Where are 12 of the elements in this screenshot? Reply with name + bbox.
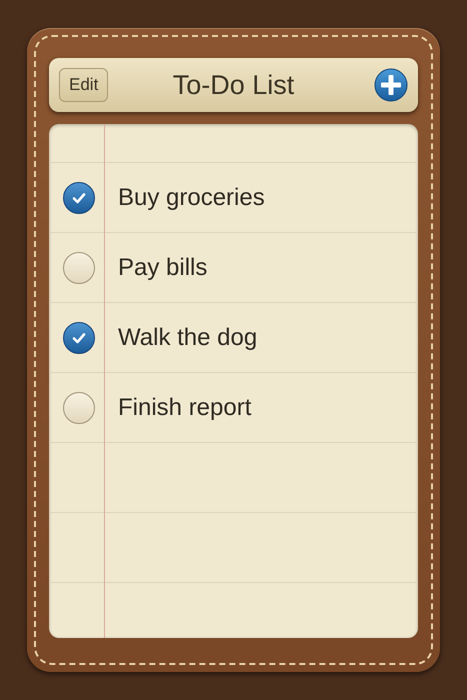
task-checkbox[interactable]: [63, 182, 95, 214]
task-label: Pay bills: [118, 254, 208, 282]
task-checkbox[interactable]: [63, 252, 95, 284]
task-label: Walk the dog: [118, 324, 258, 352]
add-button[interactable]: [374, 68, 408, 102]
task-label: Finish report: [118, 394, 252, 422]
add-icon: [374, 68, 408, 102]
task-checkbox[interactable]: [63, 322, 95, 354]
window-title: To-Do List: [172, 70, 294, 100]
edit-button[interactable]: Edit: [59, 68, 108, 102]
task-checkbox[interactable]: [63, 392, 95, 424]
task-label: Buy groceries: [118, 184, 265, 212]
